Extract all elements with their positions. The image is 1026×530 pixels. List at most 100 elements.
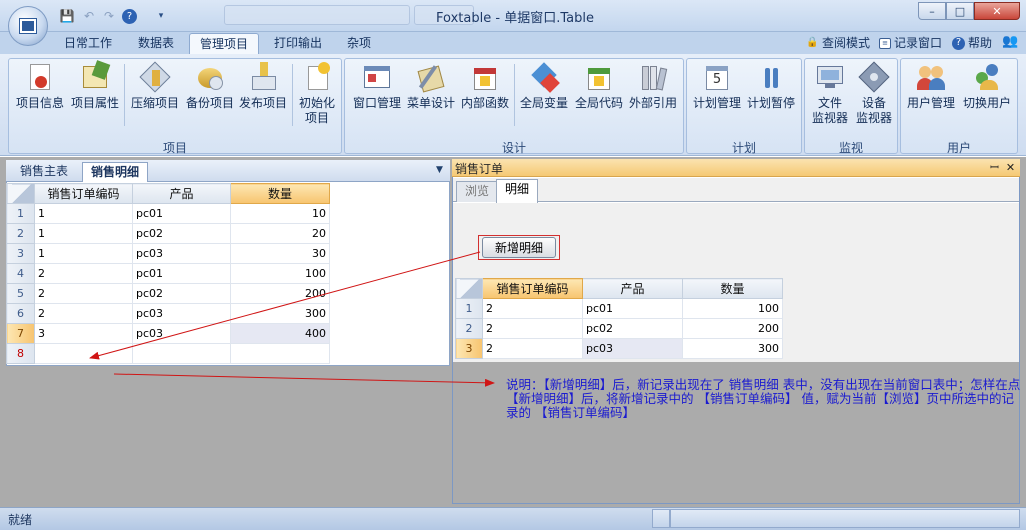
add-detail-button[interactable]: 新增明细 [482,237,556,258]
table-row[interactable]: 2 1 pc02 20 [6,223,330,244]
cell-product[interactable]: pc03 [132,303,231,324]
project-properties-button[interactable]: 项目属性 [68,60,122,111]
table-row[interactable]: 3 1 pc03 30 [6,243,330,264]
cell-quantity[interactable]: 300 [230,303,330,324]
switch-user-button[interactable]: 切换用户 [960,62,1014,111]
cell-product[interactable]: pc02 [582,318,683,339]
table-row[interactable]: 6 2 pc03 300 [6,303,330,324]
row-header[interactable]: 6 [6,303,35,324]
cell-quantity[interactable]: 20 [230,223,330,244]
cell-order-code[interactable]: 1 [34,203,133,224]
row-header[interactable]: 1 [6,203,35,224]
cell-product[interactable]: pc03 [132,243,231,264]
tab-sales-detail[interactable]: 销售明细 [82,162,149,182]
users-icon[interactable]: 👥 [1002,34,1018,52]
cell-order-code[interactable]: 2 [482,318,583,339]
row-header[interactable]: 2 [6,223,35,244]
cell-order-code[interactable]: 2 [34,283,133,304]
readonly-mode-link[interactable]: 🔒 查阅模式 [806,34,870,52]
project-info-button[interactable]: 项目信息 [14,62,66,111]
tab-manage-project[interactable]: 管理项目 [189,33,260,54]
external-references-button[interactable]: 外部引用 [626,62,680,111]
cell-product[interactable]: pc01 [582,298,683,319]
row-header[interactable]: 2 [455,318,483,339]
app-menu-button[interactable] [8,6,48,46]
table-row[interactable]: 1 1 pc01 10 [6,203,330,224]
help-icon[interactable]: ? [122,9,137,24]
table-row[interactable]: 5 2 pc02 200 [6,283,330,304]
cell-quantity[interactable]: 10 [230,203,330,224]
tab-detail[interactable]: 明细 [496,179,539,203]
backup-project-button[interactable]: 备份项目 [184,62,236,111]
row-header[interactable]: 8 [6,343,35,364]
row-header[interactable]: 3 [6,243,35,264]
tab-sales-master[interactable]: 销售主表 [12,162,76,182]
cell-quantity[interactable] [230,343,330,364]
tab-print-output[interactable]: 打印输出 [264,33,332,54]
cell-product[interactable]: pc03 [582,338,683,359]
cell-product[interactable]: pc02 [132,283,231,304]
table-row[interactable]: 2 2 pc02 200 [455,318,783,339]
grid-corner[interactable] [455,278,483,299]
record-window-link[interactable]: ≡ 记录窗口 [879,34,942,52]
compress-project-button[interactable]: 压缩项目 [128,61,182,111]
cell-order-code[interactable]: 1 [34,243,133,264]
column-header-order-code[interactable]: 销售订单编码 [482,278,583,299]
table-row-new[interactable]: 8 [6,343,330,364]
column-header-quantity[interactable]: 数量 [682,278,783,299]
maximize-button[interactable]: □ [946,2,974,20]
cell-order-code[interactable]: 3 [34,323,133,344]
schedule-manager-button[interactable]: 5 计划管理 [690,62,744,111]
tab-list-dropdown-icon[interactable]: ▼ [436,165,443,175]
cell-quantity[interactable]: 100 [682,298,783,319]
sales-order-window-titlebar[interactable] [452,159,1020,177]
row-header[interactable]: 3 [455,338,483,359]
cell-product[interactable]: pc01 [132,203,231,224]
qat-customize-icon[interactable]: ▾ [152,8,170,24]
column-header-product[interactable]: 产品 [132,183,231,204]
cell-quantity[interactable]: 200 [230,283,330,304]
init-project-button[interactable]: 初始化 项目 [296,62,338,126]
device-monitor-button[interactable]: 设备 监视器 [852,61,896,126]
cell-quantity[interactable]: 200 [682,318,783,339]
grid-corner[interactable] [6,183,35,204]
cell-order-code[interactable] [34,343,133,364]
global-variables-button[interactable]: 全局变量 [516,62,572,111]
cell-product[interactable]: pc02 [132,223,231,244]
tab-misc[interactable]: 杂项 [337,33,381,54]
cell-order-code[interactable]: 2 [482,298,583,319]
tab-daily-work[interactable]: 日常工作 [54,33,122,54]
redo-icon[interactable]: ↷ [100,8,118,24]
tab-browse[interactable]: 浏览 [456,181,499,202]
table-row-current[interactable]: 7 3 pc03 400 [6,323,330,344]
window-manager-button[interactable]: 窗口管理 [350,62,404,111]
file-monitor-button[interactable]: 文件 监视器 [808,62,852,126]
save-icon[interactable]: 💾 [58,8,76,24]
table-row[interactable]: 4 2 pc01 100 [6,263,330,284]
publish-project-button[interactable]: 发布项目 [236,62,290,111]
row-header[interactable]: 1 [455,298,483,319]
table-row-current[interactable]: 3 2 pc03 300 [455,338,783,359]
row-header[interactable]: 5 [6,283,35,304]
column-header-product[interactable]: 产品 [582,278,683,299]
cell-quantity[interactable]: 30 [230,243,330,264]
cell-quantity[interactable]: 300 [682,338,783,359]
table-row[interactable]: 1 2 pc01 100 [455,298,783,319]
help-link[interactable]: ? 帮助 [952,34,992,52]
cell-order-code[interactable]: 2 [34,303,133,324]
menu-design-button[interactable]: 菜单设计 [404,62,458,111]
global-code-button[interactable]: 全局代码 [572,62,626,111]
cell-quantity[interactable]: 400 [230,323,330,344]
cell-product[interactable]: pc01 [132,263,231,284]
undo-icon[interactable]: ↶ [80,8,98,24]
cell-order-code[interactable]: 1 [34,223,133,244]
user-management-button[interactable]: 用户管理 [904,62,958,111]
cell-product[interactable]: pc03 [132,323,231,344]
close-button[interactable]: ✕ [974,2,1020,20]
row-header[interactable]: 7 [6,323,35,344]
column-header-order-code[interactable]: 销售订单编码 [34,183,133,204]
tab-data-tables[interactable]: 数据表 [128,33,184,54]
schedule-pause-button[interactable]: 计划暂停 [744,62,798,111]
minimize-button[interactable]: – [918,2,946,20]
column-header-quantity[interactable]: 数量 [230,183,330,204]
